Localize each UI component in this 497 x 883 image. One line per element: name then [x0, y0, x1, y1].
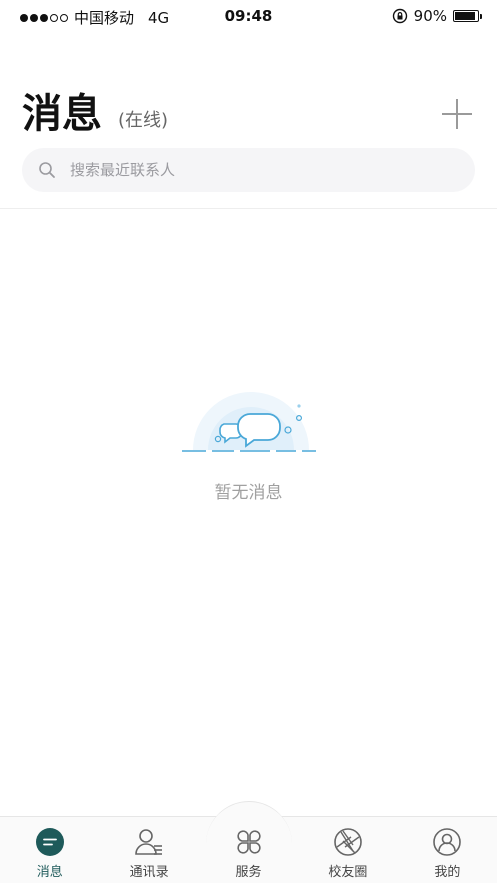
battery-icon [453, 10, 482, 22]
plus-icon [442, 99, 472, 129]
tab-label: 消息 [36, 865, 63, 880]
tab-profile[interactable]: 我的 [398, 817, 497, 883]
rotation-lock-icon [392, 8, 407, 24]
profile-icon [433, 828, 462, 856]
search-icon [39, 162, 55, 178]
page-title: 消息 [22, 91, 102, 137]
contacts-icon [135, 829, 163, 855]
search-bar[interactable] [22, 148, 475, 192]
online-status: (在线) [118, 110, 169, 131]
aperture-icon [334, 828, 362, 856]
tab-messages[interactable]: 消息 [0, 817, 99, 883]
header-divider [0, 208, 497, 209]
messages-screen: 中国移动 4G 09:48 90% 消息 (在线) 搜索最近联系人 暂无消息 消… [0, 0, 497, 883]
tab-label: 通讯录 [129, 865, 169, 880]
tab-contacts[interactable]: 通讯录 [99, 817, 198, 883]
tab-label: 我的 [434, 865, 461, 880]
status-bar: 中国移动 4G 09:48 90% [0, 0, 497, 32]
bottom-tab-bar: 消息 通讯录 服务 校友圈 我的 [0, 801, 497, 883]
battery-percent: 90% [413, 7, 447, 25]
tab-label: 校友圈 [328, 865, 368, 880]
page-header: 消息 (在线) [22, 88, 475, 144]
services-icon [236, 830, 261, 854]
tab-alumni-circle[interactable]: 校友圈 [298, 817, 397, 883]
tab-services[interactable]: 服务 [199, 817, 298, 883]
status-right: 90% [392, 7, 482, 25]
add-button[interactable] [439, 96, 475, 132]
message-icon [35, 828, 64, 856]
chat-bubbles-icon [178, 384, 320, 456]
search-input[interactable] [68, 160, 452, 180]
empty-state-text: 暂无消息 [214, 483, 283, 503]
tab-label: 服务 [235, 865, 262, 880]
